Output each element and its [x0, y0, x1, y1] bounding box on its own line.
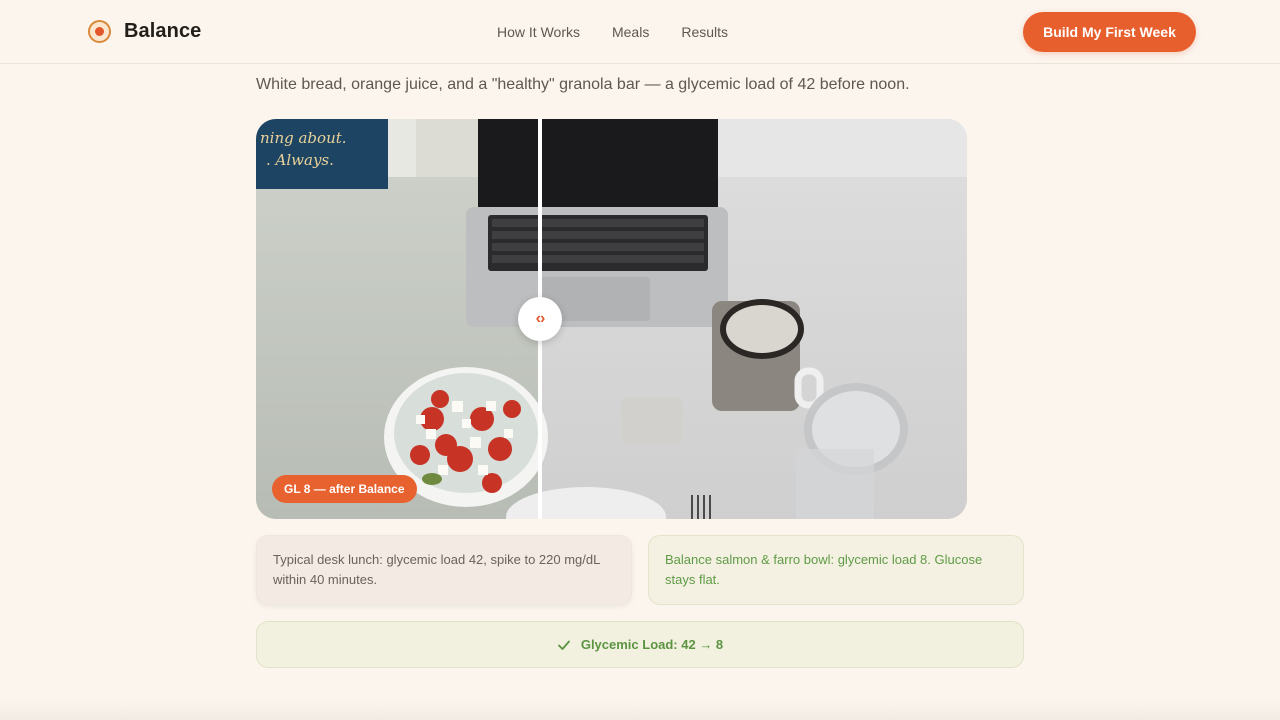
- comparison-photo: ning about. . Always.: [256, 119, 967, 519]
- after-badge: GL 8 — after Balance: [272, 475, 417, 503]
- nav-results[interactable]: Results: [681, 24, 728, 40]
- main-nav: How It Works Meals Results: [497, 24, 728, 40]
- before-after-compare[interactable]: ning about. . Always. ‹› GL 8 — after Ba…: [256, 119, 967, 519]
- site-header: Balance How It Works Meals Results Build…: [0, 0, 1280, 64]
- intro-text: White bread, orange juice, and a "health…: [256, 76, 910, 93]
- check-icon: [557, 640, 570, 650]
- nav-how-it-works[interactable]: How It Works: [497, 24, 580, 40]
- brand-name: Balance: [124, 20, 202, 42]
- build-first-week-button[interactable]: Build My First Week: [1023, 12, 1196, 52]
- glycemic-load-result: Glycemic Load: 42 → 8: [256, 621, 1024, 668]
- balance-logo-icon: [88, 20, 111, 43]
- before-caption-text: Typical desk lunch: glycemic load 42, sp…: [273, 552, 600, 587]
- sign-text-1: ning about.: [260, 129, 347, 147]
- sign-text-2: . Always.: [266, 151, 334, 169]
- chevrons-left-right-icon: ‹›: [535, 310, 546, 327]
- before-caption-card: Typical desk lunch: glycemic load 42, sp…: [256, 535, 632, 605]
- after-caption-text: Balance salmon & farro bowl: glycemic lo…: [665, 552, 983, 587]
- after-caption-card: Balance salmon & farro bowl: glycemic lo…: [648, 535, 1024, 605]
- page-bottom-fade: [0, 700, 1280, 720]
- result-text: Glycemic Load: 42 → 8: [580, 637, 724, 652]
- brand[interactable]: Balance: [88, 20, 201, 43]
- nav-meals[interactable]: Meals: [612, 24, 649, 40]
- compare-slider-handle[interactable]: ‹›: [518, 297, 562, 341]
